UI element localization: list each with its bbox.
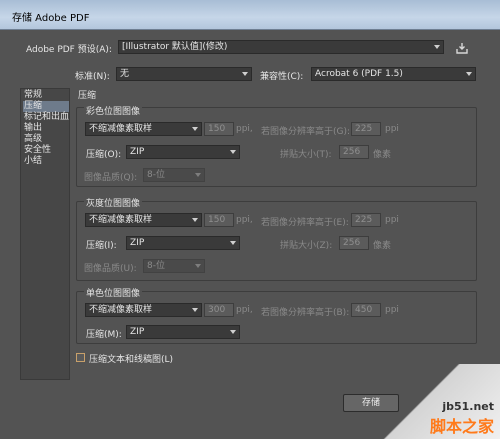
color-sampling-select[interactable]: 不缩减像素取样 — [85, 122, 202, 136]
color-group-title: 彩色位图图像 — [84, 104, 143, 117]
mono-sampling-select[interactable]: 不缩减像素取样 — [85, 303, 202, 317]
sidebar-item-output[interactable]: 输出 — [23, 123, 69, 134]
color-quality-select[interactable]: 8-位 — [143, 168, 205, 182]
gray-quality-value: 8-位 — [147, 261, 165, 271]
color-ppi-unit: ppi, — [236, 124, 253, 134]
mono-above-input[interactable]: 450 — [351, 303, 381, 317]
color-compress-select[interactable]: ZIP — [126, 145, 240, 159]
color-tile-label: 拼贴大小(T): — [280, 150, 332, 160]
mono-group-title: 单色位图图像 — [84, 286, 143, 299]
chevron-down-icon — [192, 308, 198, 312]
chevron-down-icon — [195, 264, 201, 268]
title-bar: 存储 Adobe PDF — [0, 0, 500, 30]
gray-compress-value: ZIP — [130, 238, 145, 248]
preset-select[interactable]: [Illustrator 默认值](修改) — [118, 40, 444, 54]
gray-compress-select[interactable]: ZIP — [126, 236, 240, 250]
watermark-name: 脚本之家 — [429, 417, 494, 436]
compress-text-label: 压缩文本和线稿图(L) — [89, 355, 174, 365]
chevron-down-icon — [195, 173, 201, 177]
gray-ppi-input[interactable]: 150 — [204, 213, 234, 227]
color-above-label: 若图像分辨率高于(G): — [261, 127, 351, 137]
color-tile-input[interactable]: 256 — [339, 145, 369, 159]
sidebar-item-compression[interactable]: 压缩 — [23, 101, 69, 112]
chevron-down-icon — [192, 127, 198, 131]
chevron-down-icon — [230, 241, 236, 245]
category-list: 常规 压缩 标记和出血 输出 高级 安全性 小结 — [20, 88, 70, 380]
watermark-site: jb51.net — [442, 400, 494, 413]
gray-group-title: 灰度位图图像 — [84, 196, 143, 209]
gray-ppi-unit: ppi, — [236, 215, 253, 225]
gray-tile-label: 拼贴大小(Z): — [280, 241, 333, 251]
chevron-down-icon — [434, 45, 440, 49]
gray-tile-input[interactable]: 256 — [339, 236, 369, 250]
gray-tile-unit: 像素 — [373, 241, 392, 251]
standard-label: 标准(N): — [75, 72, 110, 82]
window-title: 存储 Adobe PDF — [12, 13, 90, 24]
standard-select[interactable]: 无 — [116, 67, 252, 81]
section-title: 压缩 — [78, 91, 97, 101]
chevron-down-icon — [466, 72, 472, 76]
gray-sampling-value: 不缩减像素取样 — [89, 215, 153, 225]
color-above-input[interactable]: 225 — [351, 122, 381, 136]
gray-above-input[interactable]: 225 — [351, 213, 381, 227]
preset-label: Adobe PDF 预设(A): — [26, 45, 112, 55]
save-preset-icon[interactable] — [456, 42, 468, 54]
compat-value: Acrobat 6 (PDF 1.5) — [315, 69, 403, 79]
color-compress-value: ZIP — [130, 147, 145, 157]
mono-compress-select[interactable]: ZIP — [126, 325, 240, 339]
chevron-down-icon — [242, 72, 248, 76]
chevron-down-icon — [192, 218, 198, 222]
sidebar-item-general[interactable]: 常规 — [23, 90, 69, 101]
gray-quality-label: 图像品质(U): — [84, 264, 137, 274]
sidebar-item-summary[interactable]: 小结 — [23, 156, 69, 167]
color-sampling-value: 不缩减像素取样 — [89, 124, 153, 134]
sidebar-item-marks-bleeds[interactable]: 标记和出血 — [23, 112, 69, 123]
color-quality-label: 图像品质(Q): — [84, 173, 138, 183]
standard-value: 无 — [120, 69, 130, 79]
mono-compress-value: ZIP — [130, 327, 145, 337]
color-quality-value: 8-位 — [147, 170, 165, 180]
mono-ppi-unit: ppi, — [236, 305, 253, 315]
sidebar-item-advanced[interactable]: 高级 — [23, 134, 69, 145]
color-above-unit: ppi — [385, 124, 399, 134]
gray-above-label: 若图像分辨率高于(E): — [261, 218, 349, 228]
color-compress-label: 压缩(O): — [86, 150, 122, 160]
compat-select[interactable]: Acrobat 6 (PDF 1.5) — [311, 67, 476, 81]
chevron-down-icon — [230, 150, 236, 154]
preset-value: [Illustrator 默认值](修改) — [122, 42, 228, 52]
gray-sampling-select[interactable]: 不缩减像素取样 — [85, 213, 202, 227]
chevron-down-icon — [230, 330, 236, 334]
gray-quality-select[interactable]: 8-位 — [143, 259, 205, 273]
compat-label: 兼容性(C): — [260, 72, 304, 82]
mono-ppi-input[interactable]: 300 — [204, 303, 234, 317]
mono-above-label: 若图像分辨率高于(B): — [261, 308, 350, 318]
mono-compress-label: 压缩(M): — [86, 330, 122, 340]
gray-above-unit: ppi — [385, 215, 399, 225]
mono-sampling-value: 不缩减像素取样 — [89, 305, 153, 315]
sidebar-item-security[interactable]: 安全性 — [23, 145, 69, 156]
gray-compress-label: 压缩(I): — [86, 241, 117, 251]
color-ppi-input[interactable]: 150 — [204, 122, 234, 136]
compress-text-checkbox[interactable] — [76, 353, 85, 362]
color-tile-unit: 像素 — [373, 150, 392, 160]
mono-above-unit: ppi — [385, 305, 399, 315]
watermark: jb51.net 脚本之家 — [430, 400, 494, 437]
